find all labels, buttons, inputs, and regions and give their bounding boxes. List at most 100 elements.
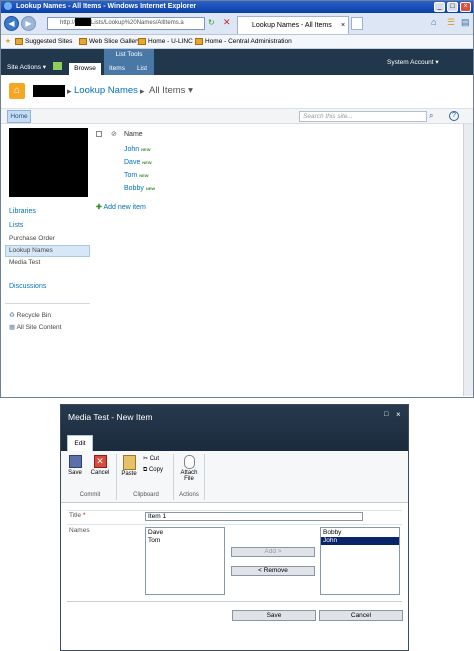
nav-home[interactable]: Home bbox=[7, 110, 31, 123]
save-button[interactable]: Save bbox=[67, 455, 83, 476]
quicklaunch-all-site-content[interactable]: ▦ All Site Content bbox=[9, 323, 61, 331]
paperclip-icon bbox=[183, 455, 195, 469]
cancel-label: Cancel bbox=[90, 470, 110, 476]
group-actions: Actions bbox=[179, 492, 199, 498]
list-item-name[interactable]: Dave bbox=[124, 159, 140, 166]
close-window-button[interactable]: × bbox=[460, 2, 471, 12]
page-scrollbar[interactable] bbox=[463, 124, 473, 396]
stop-icon[interactable]: ✕ bbox=[223, 17, 231, 28]
site-actions-menu[interactable]: Site Actions ▾ bbox=[7, 63, 46, 71]
browser-tab[interactable]: Lookup Names - All Items × bbox=[237, 16, 349, 34]
site-icon bbox=[195, 37, 203, 45]
browser-window: Lookup Names - All Items - Windows Inter… bbox=[0, 0, 474, 398]
add-new-item-link[interactable]: ✚ Add new item bbox=[96, 203, 146, 211]
select-all-checkbox[interactable] bbox=[96, 131, 102, 137]
available-names-listbox[interactable]: Dave Tom bbox=[145, 527, 225, 595]
navigate-up-icon[interactable] bbox=[53, 62, 62, 70]
tab-edit[interactable]: Edit bbox=[67, 435, 93, 451]
quicklaunch-libraries[interactable]: Libraries bbox=[9, 208, 36, 215]
account-menu[interactable]: System Account ▾ bbox=[387, 58, 439, 66]
footer-cancel-button[interactable]: Cancel bbox=[319, 610, 403, 621]
favorite-web-slice-gallery[interactable]: Web Slice Gallery bbox=[79, 35, 141, 49]
title-label: Title bbox=[69, 512, 82, 519]
help-icon[interactable]: ? bbox=[449, 111, 459, 121]
attach-file-button[interactable]: Attach File bbox=[177, 455, 201, 482]
site-icon bbox=[15, 37, 23, 45]
cancel-icon: ✕ bbox=[93, 455, 107, 468]
list-item-name[interactable]: John bbox=[124, 146, 139, 153]
group-divider bbox=[204, 454, 205, 500]
listbox-option-selected[interactable]: John bbox=[321, 537, 399, 545]
paste-icon bbox=[122, 455, 136, 470]
list-item[interactable]: Tom NEW bbox=[124, 172, 149, 179]
cut-button[interactable]: ✂ Cut bbox=[143, 455, 159, 462]
list-item-name[interactable]: Bobby bbox=[124, 185, 144, 192]
listbox-option[interactable]: Tom bbox=[148, 537, 222, 545]
favorites-bar: ★ Suggested Sites Web Slice Gallery Home… bbox=[1, 35, 473, 49]
page-menu-icon[interactable]: ▤ bbox=[461, 17, 470, 28]
favorite-suggested-sites[interactable]: Suggested Sites bbox=[15, 35, 72, 49]
new-badge: NEW bbox=[142, 160, 152, 165]
new-badge: NEW bbox=[145, 186, 156, 191]
back-button[interactable]: ◀ bbox=[4, 16, 19, 31]
tab-title: Lookup Names - All Items bbox=[252, 22, 332, 29]
dialog-close-icon[interactable]: × bbox=[396, 410, 401, 419]
add-button[interactable]: Add > bbox=[231, 547, 315, 557]
dialog-ribbon: Save ✕ Cancel Paste ✂ Cut ⧉ Copy Attach … bbox=[61, 451, 408, 503]
group-divider bbox=[116, 454, 117, 500]
footer-save-button[interactable]: Save bbox=[232, 610, 316, 621]
quicklaunch-lists[interactable]: Lists bbox=[9, 222, 23, 229]
tab-items[interactable]: Items bbox=[105, 63, 129, 75]
list-item-name[interactable]: Tom bbox=[124, 172, 137, 179]
forward-button[interactable]: ▶ bbox=[21, 16, 36, 31]
remove-button[interactable]: < Remove bbox=[231, 566, 315, 576]
listbox-option[interactable]: Dave bbox=[148, 529, 222, 537]
quicklaunch-lookup-names[interactable]: Lookup Names bbox=[9, 247, 53, 254]
search-icon[interactable]: ⌕ bbox=[429, 111, 433, 121]
list-item[interactable]: Bobby NEW bbox=[124, 185, 155, 192]
title-input[interactable]: Item 1 bbox=[145, 512, 363, 521]
favorite-label: Home - Central Administration bbox=[205, 38, 292, 45]
breadcrumb-list[interactable]: Lookup Names bbox=[74, 85, 138, 96]
window-title: Lookup Names - All Items - Windows Inter… bbox=[15, 3, 197, 10]
quicklaunch-recycle-bin[interactable]: ♻ Recycle Bin bbox=[9, 311, 51, 319]
quicklaunch-discussions[interactable]: Discussions bbox=[9, 283, 46, 290]
copy-label: Copy bbox=[148, 467, 163, 473]
tab-browse[interactable]: Browse bbox=[69, 63, 101, 75]
quicklaunch-purchase-order[interactable]: Purchase Order bbox=[9, 235, 55, 242]
names-field-label: Names bbox=[69, 527, 90, 534]
cut-label: Cut bbox=[149, 456, 160, 462]
copy-button[interactable]: ⧉ Copy bbox=[143, 467, 163, 474]
list-item[interactable]: Dave NEW bbox=[124, 159, 152, 166]
copy-icon: ⧉ bbox=[143, 467, 148, 473]
cancel-button[interactable]: ✕ Cancel bbox=[89, 455, 111, 476]
site-icon bbox=[79, 37, 87, 45]
title-field-label: Title * bbox=[69, 512, 85, 519]
favorites-star-icon[interactable]: ★ bbox=[5, 35, 11, 49]
refresh-icon[interactable]: ↻ bbox=[208, 18, 215, 27]
column-header-name[interactable]: Name bbox=[124, 131, 143, 138]
list-item[interactable]: John NEW bbox=[124, 146, 150, 153]
favorite-central-admin[interactable]: Home - Central Administration bbox=[195, 35, 292, 49]
maximize-button[interactable]: □ bbox=[447, 2, 458, 12]
listbox-option[interactable]: Bobby bbox=[321, 529, 399, 537]
recycle-bin-label: Recycle Bin bbox=[16, 312, 51, 319]
minimize-button[interactable]: _ bbox=[434, 2, 445, 12]
url-text: Lists/Lookup%20Names/AllItems.a bbox=[91, 20, 184, 26]
attachment-icon: ⊘ bbox=[111, 131, 117, 138]
feeds-icon[interactable]: ☰ bbox=[447, 17, 455, 28]
quicklaunch-media-test[interactable]: Media Test bbox=[9, 259, 40, 266]
tab-list[interactable]: List bbox=[131, 63, 153, 75]
search-input[interactable]: Search this site... bbox=[299, 111, 427, 122]
paste-button[interactable]: Paste bbox=[119, 455, 139, 477]
site-logo-icon[interactable]: ⌂ bbox=[9, 83, 25, 99]
favorite-label: Suggested Sites bbox=[25, 38, 73, 45]
tab-close-icon[interactable]: × bbox=[341, 17, 345, 34]
selected-names-listbox[interactable]: Bobby John bbox=[320, 527, 400, 595]
address-input[interactable]: http:// Lists/Lookup%20Names/AllItems.a bbox=[47, 17, 205, 30]
favorite-home-ulinc[interactable]: Home - U-LINC bbox=[138, 35, 193, 49]
home-icon[interactable]: ⌂ bbox=[431, 17, 436, 27]
breadcrumb-view[interactable]: All Items ▾ bbox=[149, 85, 193, 96]
new-tab-button[interactable] bbox=[351, 17, 363, 30]
dialog-maximize-icon[interactable]: □ bbox=[384, 411, 388, 418]
